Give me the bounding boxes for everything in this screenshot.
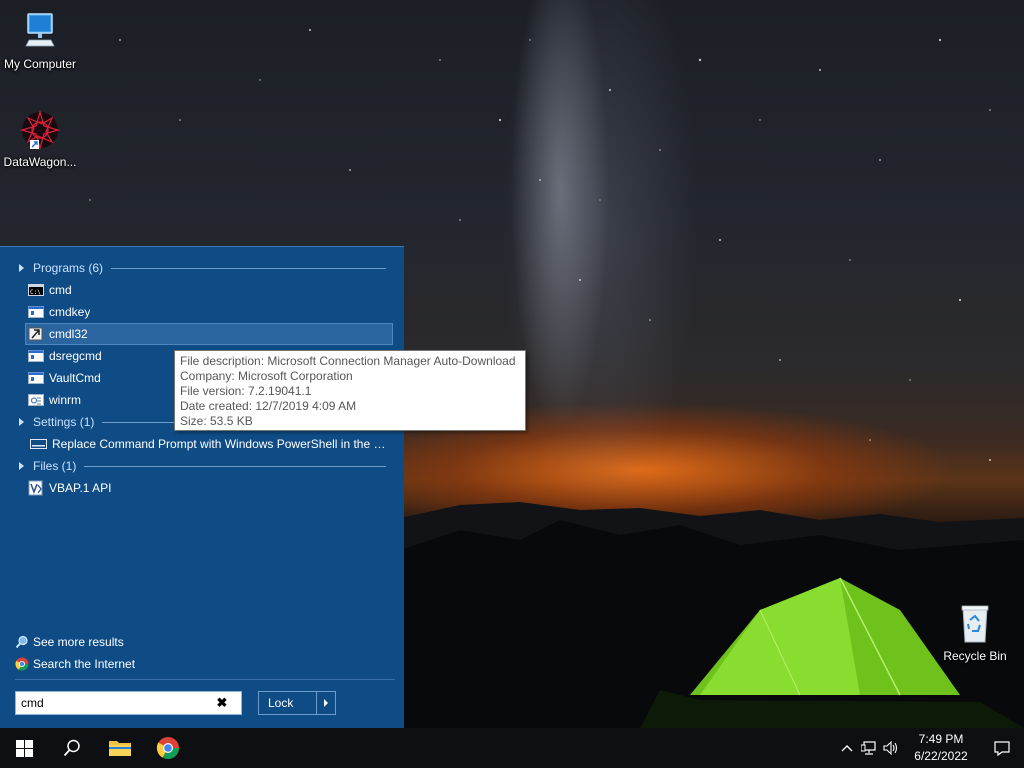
- clock-time: 7:49 PM: [918, 732, 964, 746]
- magnifier-icon: [15, 635, 29, 649]
- power-button-group: Lock: [258, 691, 336, 715]
- section-divider: [111, 267, 386, 269]
- show-hidden-icons-button[interactable]: [836, 728, 858, 768]
- clock-date: 6/22/2022: [914, 749, 968, 763]
- svg-text:C:\: C:\: [30, 289, 41, 296]
- section-title: Programs (6): [33, 261, 104, 275]
- notification-icon: [994, 740, 1010, 756]
- window-app-icon: [28, 305, 44, 319]
- chrome-taskbar-button[interactable]: [144, 728, 192, 768]
- script-icon: [28, 393, 44, 407]
- datawagon-icon: [19, 109, 61, 151]
- file-explorer-button[interactable]: [96, 728, 144, 768]
- see-more-results-link[interactable]: See more results: [15, 633, 124, 651]
- section-title: Files (1): [33, 459, 77, 473]
- settings-item-powershell[interactable]: Replace Command Prompt with Windows Powe…: [28, 434, 390, 454]
- program-label: winrm: [49, 393, 81, 407]
- recycle-bin-icon: [961, 605, 989, 643]
- window-app-icon: [28, 349, 44, 363]
- program-label: cmdkey: [49, 305, 91, 319]
- power-options-arrow-icon[interactable]: [315, 692, 335, 714]
- computer-icon: [25, 13, 55, 47]
- program-label: VaultCmd: [49, 371, 101, 385]
- program-item-cmdl32[interactable]: cmdl32: [25, 323, 393, 345]
- desktop-icon-label: DataWagon...: [3, 155, 77, 169]
- volume-button[interactable]: [880, 728, 902, 768]
- desktop-icon-label: My Computer: [3, 57, 77, 71]
- section-divider: [84, 465, 386, 467]
- windows-logo-icon: [15, 739, 33, 757]
- program-item-cmd[interactable]: C:\ cmd: [26, 280, 392, 300]
- desktop-icon-recycle-bin[interactable]: Recycle Bin: [935, 602, 1015, 663]
- download-manager-icon: [28, 327, 44, 341]
- search-icon: [63, 739, 80, 757]
- expand-triangle-icon: [19, 264, 24, 272]
- program-label: cmdl32: [49, 327, 88, 341]
- folder-icon: [109, 741, 131, 756]
- chrome-icon: [156, 737, 179, 759]
- tooltip-description: File description: Microsoft Connection M…: [180, 354, 516, 368]
- start-button[interactable]: [0, 728, 48, 768]
- speaker-icon: [883, 741, 898, 755]
- file-info-tooltip: File description: Microsoft Connection M…: [174, 350, 526, 431]
- search-box[interactable]: ✖: [15, 691, 242, 715]
- taskbar: 7:49 PM 6/22/2022: [0, 728, 1024, 768]
- search-internet-link[interactable]: Search the Internet: [15, 655, 135, 673]
- program-label: dsregcmd: [49, 349, 102, 363]
- network-button[interactable]: [858, 728, 880, 768]
- window-app-icon: [28, 371, 44, 385]
- chevron-up-icon: [841, 745, 853, 752]
- tooltip-date-created: Date created: 12/7/2019 4:09 AM: [180, 399, 357, 413]
- file-label: VBAP.1 API: [49, 481, 112, 495]
- taskbar-clock[interactable]: 7:49 PM 6/22/2022: [902, 731, 980, 765]
- tooltip-company: Company: Microsoft Corporation: [180, 369, 353, 383]
- console-icon: C:\: [28, 283, 44, 297]
- program-label: cmd: [49, 283, 72, 297]
- settings-label: Replace Command Prompt with Windows Powe…: [52, 437, 390, 451]
- tooltip-version: File version: 7.2.19041.1: [180, 384, 312, 398]
- programs-section-header[interactable]: Programs (6): [16, 259, 386, 277]
- bottom-divider: [15, 679, 395, 680]
- system-tray: 7:49 PM 6/22/2022: [836, 728, 1024, 768]
- file-item-vbap[interactable]: VBAP.1 API: [26, 478, 392, 498]
- taskbar-search-button[interactable]: [48, 728, 96, 768]
- desktop-icon-datawagon[interactable]: DataWagon...: [0, 108, 80, 169]
- expand-triangle-icon: [19, 418, 24, 426]
- desktop-icon-my-computer[interactable]: My Computer: [0, 10, 80, 71]
- link-label: See more results: [33, 635, 124, 649]
- tooltip-size: Size: 53.5 KB: [180, 414, 253, 428]
- clear-search-icon[interactable]: ✖: [211, 695, 233, 711]
- vb-file-icon: [28, 480, 44, 496]
- settings-panel-icon: [30, 437, 47, 451]
- files-section-header[interactable]: Files (1): [16, 457, 386, 475]
- lock-button[interactable]: Lock: [259, 692, 316, 714]
- program-item-cmdkey[interactable]: cmdkey: [26, 302, 392, 322]
- start-menu-panel: Programs (6) C:\ cmd cmdkey cmdl32 dsreg…: [0, 246, 404, 728]
- network-icon: [861, 741, 876, 755]
- link-label: Search the Internet: [33, 657, 136, 671]
- chrome-icon: [15, 657, 29, 671]
- search-input[interactable]: [16, 696, 211, 710]
- expand-triangle-icon: [19, 462, 24, 470]
- section-title: Settings (1): [33, 415, 95, 429]
- desktop-icon-label: Recycle Bin: [943, 649, 1007, 663]
- action-center-button[interactable]: [980, 728, 1024, 768]
